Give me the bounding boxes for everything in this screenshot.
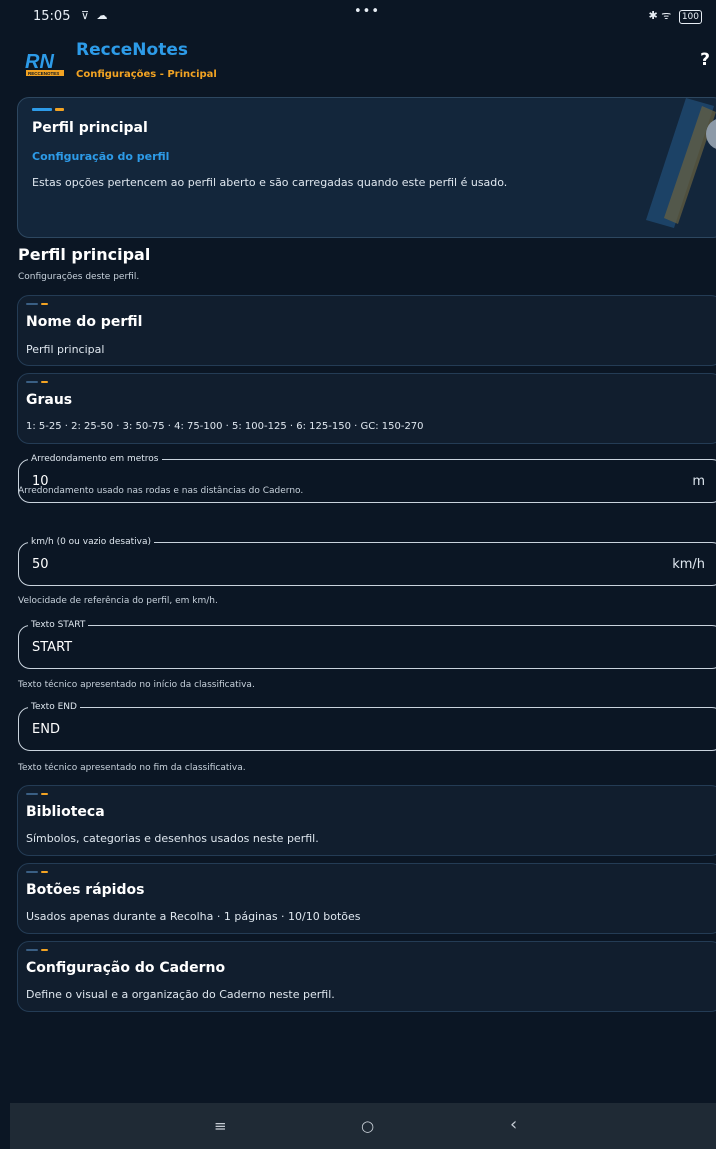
- home-icon[interactable]: ○: [361, 1117, 374, 1135]
- help-button[interactable]: ?: [700, 50, 710, 70]
- field-value[interactable]: 50: [32, 557, 49, 572]
- accent-bar: [26, 871, 48, 873]
- card-value: Define o visual e a organização do Cader…: [26, 988, 335, 1001]
- field-suffix: km/h: [672, 557, 705, 572]
- field-helper: Texto técnico apresentado no fim da clas…: [18, 763, 246, 773]
- back-icon[interactable]: ‹: [510, 1114, 517, 1135]
- end-text-field[interactable]: Texto END END: [18, 701, 716, 751]
- card-title: Nome do perfil: [26, 314, 143, 330]
- card-title: Biblioteca: [26, 804, 105, 820]
- library-card[interactable]: Biblioteca Símbolos, categorias e desenh…: [17, 785, 716, 856]
- grades-card[interactable]: Graus 1: 5-25 · 2: 25-50 · 3: 50-75 · 4:…: [17, 373, 716, 444]
- field-value[interactable]: END: [32, 722, 60, 737]
- start-text-field[interactable]: Texto START START: [18, 619, 716, 669]
- more-dots-icon: •••: [354, 4, 381, 19]
- hero-title: Perfil principal: [32, 120, 148, 136]
- field-helper: Texto técnico apresentado no início da c…: [18, 680, 255, 690]
- hero-decoration: [646, 98, 716, 228]
- system-nav-bar: ≡ ○ ‹: [10, 1103, 716, 1149]
- speed-field[interactable]: km/h (0 ou vazio desativa) 50 km/h: [18, 536, 716, 586]
- field-suffix: m: [692, 474, 705, 489]
- card-title: Graus: [26, 392, 73, 408]
- card-value: Símbolos, categorias e desenhos usados n…: [26, 832, 319, 845]
- profile-hero-card: Perfil principal Configuração do perfil …: [17, 97, 716, 238]
- field-helper: Velocidade de referência do perfil, em k…: [18, 596, 218, 606]
- hero-description: Estas opções pertencem ao perfil aberto …: [32, 176, 508, 189]
- accent-bar: [26, 381, 48, 383]
- accent-bar: [26, 793, 48, 795]
- status-right-icons: ✱ ᯤ 100: [649, 8, 702, 24]
- notification-icons: ⊽ ☁: [81, 9, 110, 22]
- hero-subtitle: Configuração do perfil: [32, 150, 170, 163]
- section-description: Configurações deste perfil.: [18, 272, 140, 282]
- card-value: 1: 5-25 · 2: 25-50 · 3: 50-75 · 4: 75-10…: [26, 421, 424, 432]
- notebook-config-card[interactable]: Configuração do Caderno Define o visual …: [17, 941, 716, 1012]
- app-header: RN RECCENOTES RecceNotes Configurações -…: [0, 34, 716, 86]
- accent-bar: [26, 303, 48, 305]
- battery-icon: 100: [678, 10, 702, 24]
- app-title: RecceNotes: [76, 40, 188, 60]
- card-value: Perfil principal: [26, 343, 105, 356]
- accent-bar: [32, 108, 64, 111]
- svg-text:RN: RN: [25, 51, 54, 73]
- card-title: Configuração do Caderno: [26, 960, 226, 976]
- accent-bar: [26, 949, 48, 951]
- field-helper: Arredondamento usado nas rodas e nas dis…: [18, 486, 304, 496]
- field-label: Arredondamento em metros: [28, 453, 162, 465]
- card-value: Usados apenas durante a Recolha · 1 pági…: [26, 910, 361, 923]
- field-label: Texto START: [28, 619, 89, 631]
- field-label: Texto END: [28, 701, 80, 713]
- status-bar: 15:05 ⊽ ☁ ••• ✱ ᯤ 100: [0, 0, 716, 34]
- field-label: km/h (0 ou vazio desativa): [28, 536, 155, 548]
- quick-buttons-card[interactable]: Botões rápidos Usados apenas durante a R…: [17, 863, 716, 934]
- page-subtitle: Configurações - Principal: [76, 69, 217, 80]
- svg-text:RECCENOTES: RECCENOTES: [28, 71, 59, 76]
- section-title: Perfil principal: [18, 245, 151, 264]
- rounding-field[interactable]: Arredondamento em metros 10 m: [18, 453, 716, 503]
- menu-icon[interactable]: ≡: [214, 1117, 227, 1135]
- status-time: 15:05: [33, 9, 71, 24]
- field-value[interactable]: START: [32, 640, 72, 655]
- app-logo: RN RECCENOTES: [25, 51, 64, 76]
- bluetooth-wifi-icon: ✱ ᯤ: [648, 9, 672, 22]
- card-title: Botões rápidos: [26, 882, 145, 898]
- profile-name-card[interactable]: Nome do perfil Perfil principal: [17, 295, 716, 366]
